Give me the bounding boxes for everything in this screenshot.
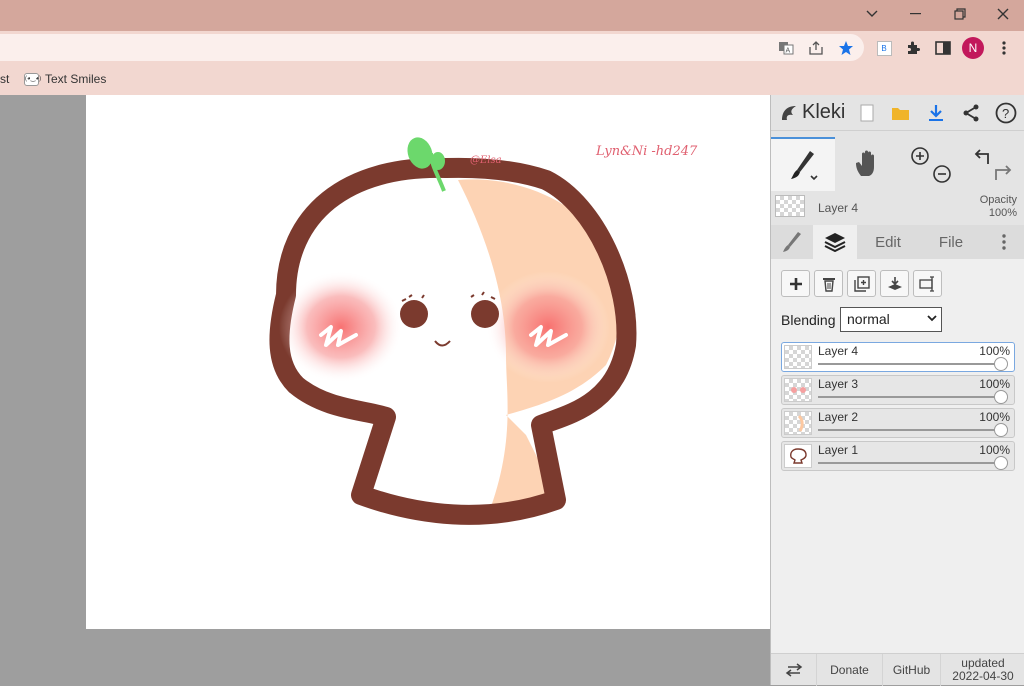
hand-icon xyxy=(856,150,874,176)
hand-tool[interactable] xyxy=(835,137,899,191)
download-icon[interactable] xyxy=(924,101,948,125)
tab-search-chevron-icon[interactable] xyxy=(852,0,892,28)
open-folder-icon[interactable] xyxy=(889,101,913,125)
help-icon[interactable]: ? xyxy=(994,101,1018,125)
zoom-out-icon[interactable] xyxy=(933,165,951,183)
undo-icon[interactable] xyxy=(974,149,989,164)
left-eye xyxy=(400,300,428,328)
current-layer-thumbnail xyxy=(775,195,805,217)
tab-layers[interactable] xyxy=(813,225,857,259)
kleki-logo-icon xyxy=(782,105,796,120)
restore-button[interactable] xyxy=(940,0,980,28)
kleki-panel: Kleki ? Layer 4 Opacity 100% Edit File B… xyxy=(770,95,1024,686)
current-layer-info: Layer 4 Opacity 100% xyxy=(771,193,1024,223)
brush-tab-icon xyxy=(783,232,801,252)
drawing-canvas[interactable]: @Elsa Lyn&Ni -hd247 xyxy=(86,95,770,629)
tab-file[interactable]: File xyxy=(919,225,983,259)
mouth xyxy=(434,340,451,347)
close-window-button[interactable] xyxy=(983,0,1023,28)
tab-brush[interactable] xyxy=(771,225,813,259)
browser-toolbar: A B N xyxy=(0,31,1024,64)
bookmarks-bar: st (◕‿◕) Text Smiles xyxy=(0,64,1024,95)
updated-info: updated 2022-04-30 xyxy=(952,656,1014,683)
share-icon[interactable] xyxy=(959,101,983,125)
signature-top: @Elsa xyxy=(470,155,502,166)
canvas-area[interactable]: @Elsa Lyn&Ni -hd247 xyxy=(0,95,770,685)
merge-down-button[interactable] xyxy=(880,270,909,297)
github-link[interactable]: GitHub xyxy=(883,654,941,686)
layer-thumbnail xyxy=(784,378,812,402)
chevron-down-icon xyxy=(927,315,937,322)
address-bar[interactable] xyxy=(0,34,864,61)
layer-thumbnail xyxy=(784,345,812,369)
current-layer-name: Layer 4 xyxy=(818,201,859,215)
share-page-icon[interactable] xyxy=(805,37,827,59)
merge-down-icon xyxy=(887,276,902,290)
kleki-logo[interactable]: Kleki xyxy=(779,101,845,124)
slider-knob[interactable] xyxy=(994,390,1008,404)
right-blush xyxy=(486,271,610,383)
blending-select[interactable]: normal xyxy=(840,307,942,332)
undo-redo-controls xyxy=(961,137,1024,191)
browser-titlebar xyxy=(0,0,1024,31)
zoom-in-icon[interactable] xyxy=(911,147,929,165)
profile-avatar[interactable]: N xyxy=(962,37,984,59)
bookmark-star-icon[interactable] xyxy=(835,37,857,59)
bookmark-text-smiles[interactable]: (◕‿◕) Text Smiles xyxy=(24,72,106,86)
redo-icon[interactable] xyxy=(995,165,1012,180)
layer-thumbnail xyxy=(784,444,812,468)
extensions-puzzle-icon[interactable] xyxy=(902,37,924,59)
layer-opacity-slider[interactable] xyxy=(818,390,1008,404)
translate-icon[interactable]: A xyxy=(775,37,797,59)
layer-item-1[interactable]: Layer 1 100% xyxy=(781,441,1015,471)
brush-icon xyxy=(791,151,818,181)
slider-knob[interactable] xyxy=(994,357,1008,371)
plus-icon xyxy=(789,277,802,290)
slider-knob[interactable] xyxy=(994,423,1008,437)
panel-tabs: Edit File xyxy=(771,225,1024,259)
swap-sides-icon[interactable] xyxy=(771,654,817,686)
duplicate-layer-button[interactable] xyxy=(847,270,876,297)
add-layer-button[interactable] xyxy=(781,270,810,297)
text-smiles-favicon: (◕‿◕) xyxy=(24,72,41,86)
brush-tool[interactable] xyxy=(771,137,835,191)
minimize-button[interactable] xyxy=(896,0,936,28)
delete-layer-button[interactable] xyxy=(814,270,843,297)
new-file-icon[interactable] xyxy=(855,101,879,125)
browser-menu-icon[interactable] xyxy=(993,37,1015,59)
more-options-icon[interactable] xyxy=(983,225,1024,259)
side-panel-icon[interactable] xyxy=(932,37,954,59)
layer-thumbnail xyxy=(784,411,812,435)
layer-opacity-slider[interactable] xyxy=(818,456,1008,470)
zoom-controls xyxy=(899,137,961,191)
duplicate-icon xyxy=(853,275,870,292)
extension-b-icon[interactable]: B xyxy=(873,37,895,59)
opacity-label: Opacity xyxy=(979,194,1017,206)
layer-opacity-slider[interactable] xyxy=(818,423,1008,437)
opacity-value: 100% xyxy=(988,207,1017,219)
donate-link[interactable]: Donate xyxy=(817,654,883,686)
bookmark-partial[interactable]: st xyxy=(0,72,9,86)
rename-layer-button[interactable] xyxy=(913,270,942,297)
tab-edit[interactable]: Edit xyxy=(857,225,919,259)
kleki-header: Kleki ? xyxy=(771,95,1024,131)
layers-panel: Blending normal Layer 4 100% Layer 3 100… xyxy=(771,259,1024,653)
tool-row xyxy=(771,137,1024,191)
trash-icon xyxy=(822,277,835,292)
blending-label: Blending xyxy=(781,312,836,328)
left-blush xyxy=(279,271,403,383)
layer-item-4[interactable]: Layer 4 100% xyxy=(781,342,1015,372)
layer-item-3[interactable]: Layer 3 100% xyxy=(781,375,1015,405)
slider-knob[interactable] xyxy=(994,456,1008,470)
signature-right: Lyn&Ni -hd247 xyxy=(595,144,698,159)
layer-opacity-slider[interactable] xyxy=(818,357,1008,371)
svg-text:?: ? xyxy=(1002,106,1009,121)
sprout-leaf-right xyxy=(431,152,445,170)
kleki-footer: Donate GitHub updated 2022-04-30 xyxy=(771,653,1024,686)
layers-icon xyxy=(824,233,846,252)
svg-text:A: A xyxy=(786,48,791,55)
rename-icon xyxy=(918,275,934,292)
layer-item-2[interactable]: Layer 2 100% xyxy=(781,408,1015,438)
right-eye xyxy=(471,300,499,328)
